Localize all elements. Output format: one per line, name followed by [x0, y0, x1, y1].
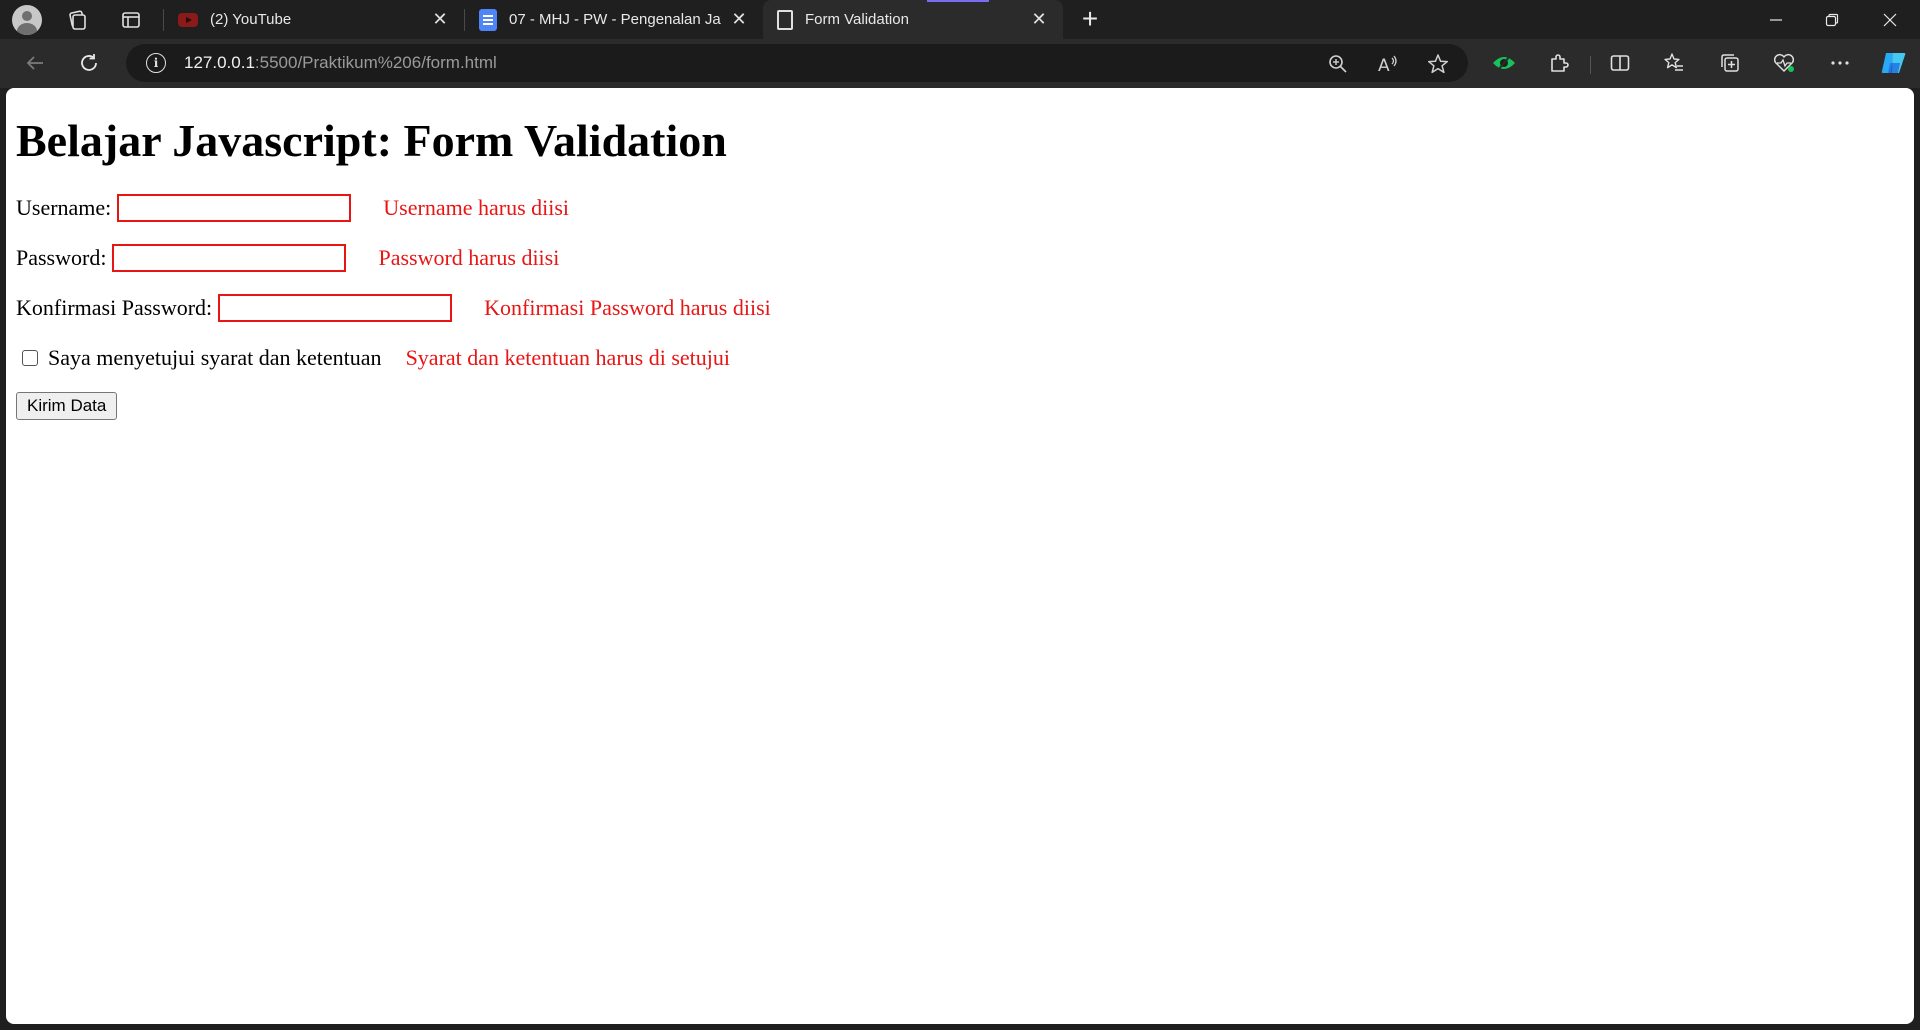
toolbar-separator: [1590, 56, 1591, 74]
address-bar[interactable]: i 127.0.0.1:5500/Praktikum%206/form.html…: [126, 44, 1468, 82]
collections-icon[interactable]: [1716, 49, 1744, 77]
terms-label: Saya menyetujui syarat dan ketentuan: [48, 345, 382, 370]
workspaces-icon[interactable]: [66, 9, 88, 31]
submit-button[interactable]: Kirim Data: [16, 392, 118, 420]
terms-row: Saya menyetujui syarat dan ketentuan Sya…: [16, 342, 1904, 374]
youtube-icon: [178, 12, 198, 27]
tab-title: Form Validation: [805, 11, 909, 28]
password-input[interactable]: [112, 244, 347, 272]
split-screen-icon[interactable]: [1606, 49, 1634, 77]
username-row: Username: Username harus diisi: [16, 192, 1904, 224]
page-icon: [777, 9, 793, 30]
profile-avatar-icon[interactable]: [12, 5, 42, 35]
refresh-icon[interactable]: [72, 46, 106, 80]
browser-health-icon[interactable]: [1770, 49, 1798, 77]
confirm-password-input[interactable]: [218, 294, 453, 322]
copilot-icon[interactable]: [1880, 49, 1908, 77]
document-icon: [479, 8, 497, 31]
svg-text:A: A: [1378, 56, 1390, 74]
username-input[interactable]: [117, 194, 352, 222]
tab-title: 07 - MHJ - PW - Pengenalan Java: [509, 11, 721, 28]
confirm-password-error: Konfirmasi Password harus diisi: [484, 295, 771, 320]
url-host: 127.0.0.1: [184, 53, 255, 72]
new-tab-icon[interactable]: +: [1075, 5, 1105, 35]
favorites-icon[interactable]: [1660, 49, 1688, 77]
page-viewport: Belajar Javascript: Form Validation User…: [6, 88, 1914, 1024]
browser-essentials-icon[interactable]: [1490, 49, 1518, 77]
page-content: Belajar Javascript: Form Validation User…: [6, 88, 1914, 428]
url-text[interactable]: 127.0.0.1:5500/Praktikum%206/form.html: [184, 53, 497, 73]
password-label: Password:: [16, 245, 107, 270]
close-window-icon[interactable]: [1862, 0, 1918, 39]
tab-document[interactable]: 07 - MHJ - PW - Pengenalan Java ✕: [465, 0, 763, 39]
page-heading: Belajar Javascript: Form Validation: [16, 115, 727, 166]
username-error: Username harus diisi: [383, 195, 570, 220]
terms-checkbox[interactable]: [22, 350, 38, 366]
close-tab-icon[interactable]: ✕: [729, 9, 749, 30]
zoom-icon[interactable]: [1326, 52, 1350, 76]
browser-toolbar: i 127.0.0.1:5500/Praktikum%206/form.html…: [0, 39, 1920, 88]
favorite-star-icon[interactable]: [1426, 52, 1450, 76]
extensions-icon[interactable]: [1545, 49, 1573, 77]
read-aloud-icon[interactable]: A: [1376, 52, 1400, 76]
restore-icon[interactable]: [1804, 0, 1860, 39]
url-path: :5500/Praktikum%206/form.html: [254, 53, 497, 72]
tab-actions-icon[interactable]: [120, 9, 142, 31]
terms-error: Syarat dan ketentuan harus di setujui: [405, 345, 730, 370]
username-label: Username:: [16, 195, 112, 220]
more-options-icon[interactable]: [1826, 49, 1854, 77]
password-error: Password harus diisi: [378, 245, 560, 270]
tab-strip: (2) YouTube ✕ 07 - MHJ - PW - Pengenalan…: [0, 0, 1920, 39]
back-arrow-icon[interactable]: [18, 46, 52, 80]
confirm-password-row: Konfirmasi Password: Konfirmasi Password…: [16, 292, 1904, 324]
close-tab-icon[interactable]: ✕: [1029, 9, 1049, 30]
password-row: Password: Password harus diisi: [16, 242, 1904, 274]
tab-form-validation[interactable]: Form Validation ✕: [763, 0, 1063, 39]
confirm-password-label: Konfirmasi Password:: [16, 295, 213, 320]
site-info-icon[interactable]: i: [146, 53, 166, 73]
tab-title: (2) YouTube: [210, 11, 292, 28]
close-tab-icon[interactable]: ✕: [430, 9, 450, 30]
tab-youtube[interactable]: (2) YouTube ✕: [164, 0, 464, 39]
minimize-icon[interactable]: [1748, 0, 1804, 39]
